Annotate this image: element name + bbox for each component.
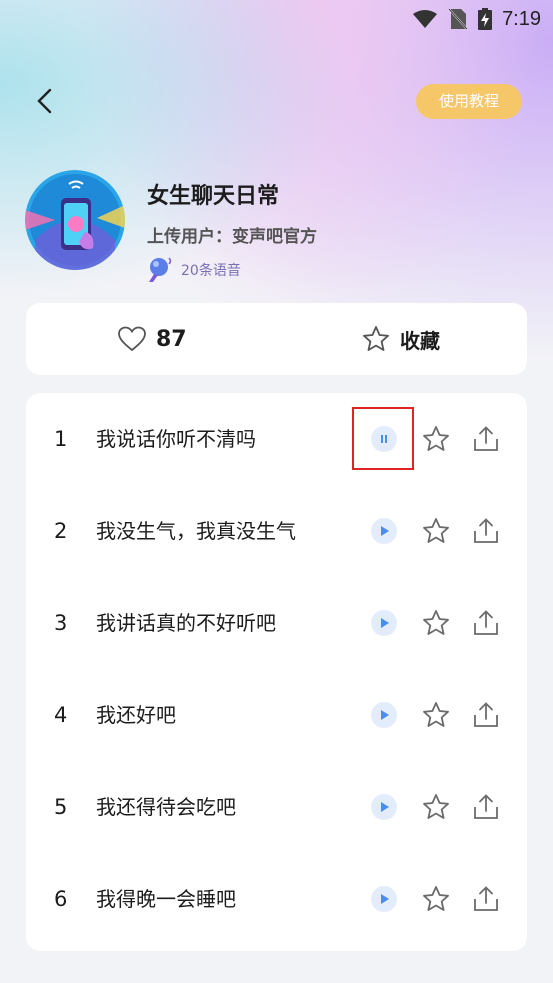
heart-icon <box>118 326 146 352</box>
list-item[interactable]: 5 我还得待会吃吧 <box>26 761 527 853</box>
star-icon[interactable] <box>421 792 451 822</box>
list-item[interactable]: 6 我得晚一会睡吧 <box>26 853 527 945</box>
list-item[interactable]: 2 我没生气，我真没生气 <box>26 485 527 577</box>
star-icon[interactable] <box>421 884 451 914</box>
share-icon[interactable] <box>471 792 501 822</box>
like-button[interactable]: 87 <box>118 303 187 375</box>
item-name: 我还好吧 <box>96 703 176 727</box>
voice-count: 20条语音 <box>181 263 241 279</box>
star-icon[interactable] <box>421 424 451 454</box>
status-time: 7:19 <box>502 7 541 30</box>
album-actions-card: 87 收藏 <box>26 303 527 375</box>
item-name: 我没生气，我真没生气 <box>96 519 296 543</box>
share-icon[interactable] <box>471 424 501 454</box>
play-button[interactable] <box>371 610 397 636</box>
list-item[interactable]: 4 我还好吧 <box>26 669 527 761</box>
star-icon[interactable] <box>421 608 451 638</box>
battery-charging-icon <box>478 8 493 30</box>
play-button[interactable] <box>371 794 397 820</box>
highlight-box <box>352 407 414 470</box>
like-count: 87 <box>156 326 187 352</box>
item-index: 2 <box>54 519 68 543</box>
share-icon[interactable] <box>471 700 501 730</box>
item-name: 我讲话真的不好听吧 <box>96 611 276 635</box>
play-icon <box>381 526 389 536</box>
play-icon <box>381 894 389 904</box>
voice-count-badge: 20条语音 <box>145 256 241 284</box>
item-name: 我得晚一会睡吧 <box>96 887 236 911</box>
star-icon <box>363 326 389 351</box>
share-icon[interactable] <box>471 884 501 914</box>
status-bar: 7:19 <box>412 6 541 32</box>
item-name: 我说话你听不清吗 <box>96 427 256 451</box>
item-index: 6 <box>54 887 68 911</box>
play-button[interactable] <box>371 886 397 912</box>
play-button[interactable] <box>371 518 397 544</box>
play-icon <box>381 618 389 628</box>
item-index: 1 <box>54 427 68 451</box>
star-icon[interactable] <box>421 516 451 546</box>
item-name: 我还得待会吃吧 <box>96 795 236 819</box>
chevron-left-icon <box>37 88 52 114</box>
favorite-label: 收藏 <box>400 328 440 353</box>
tutorial-button[interactable]: 使用教程 <box>416 84 522 119</box>
no-sim-icon <box>448 8 468 30</box>
item-index: 3 <box>54 611 68 635</box>
wifi-icon <box>413 10 438 28</box>
microphone-icon <box>149 257 172 282</box>
share-icon[interactable] <box>471 516 501 546</box>
item-index: 4 <box>54 703 68 727</box>
share-icon[interactable] <box>471 608 501 638</box>
play-icon <box>381 710 389 720</box>
favorite-button[interactable]: 收藏 <box>362 303 440 375</box>
album-title: 女生聊天日常 <box>147 184 280 209</box>
list-item[interactable]: 3 我讲话真的不好听吧 <box>26 577 527 669</box>
star-icon[interactable] <box>421 700 451 730</box>
play-button[interactable] <box>371 702 397 728</box>
voice-list: 1 我说话你听不清吗 2 我没生气，我真没生气 3 我讲话真的不好听吧 4 我还… <box>26 393 527 951</box>
album-cover <box>25 170 125 270</box>
back-button[interactable] <box>30 84 64 118</box>
item-index: 5 <box>54 795 68 819</box>
play-icon <box>381 802 389 812</box>
list-item[interactable]: 1 我说话你听不清吗 <box>26 393 527 485</box>
uploader-label: 上传用户：变声吧官方 <box>147 227 317 247</box>
